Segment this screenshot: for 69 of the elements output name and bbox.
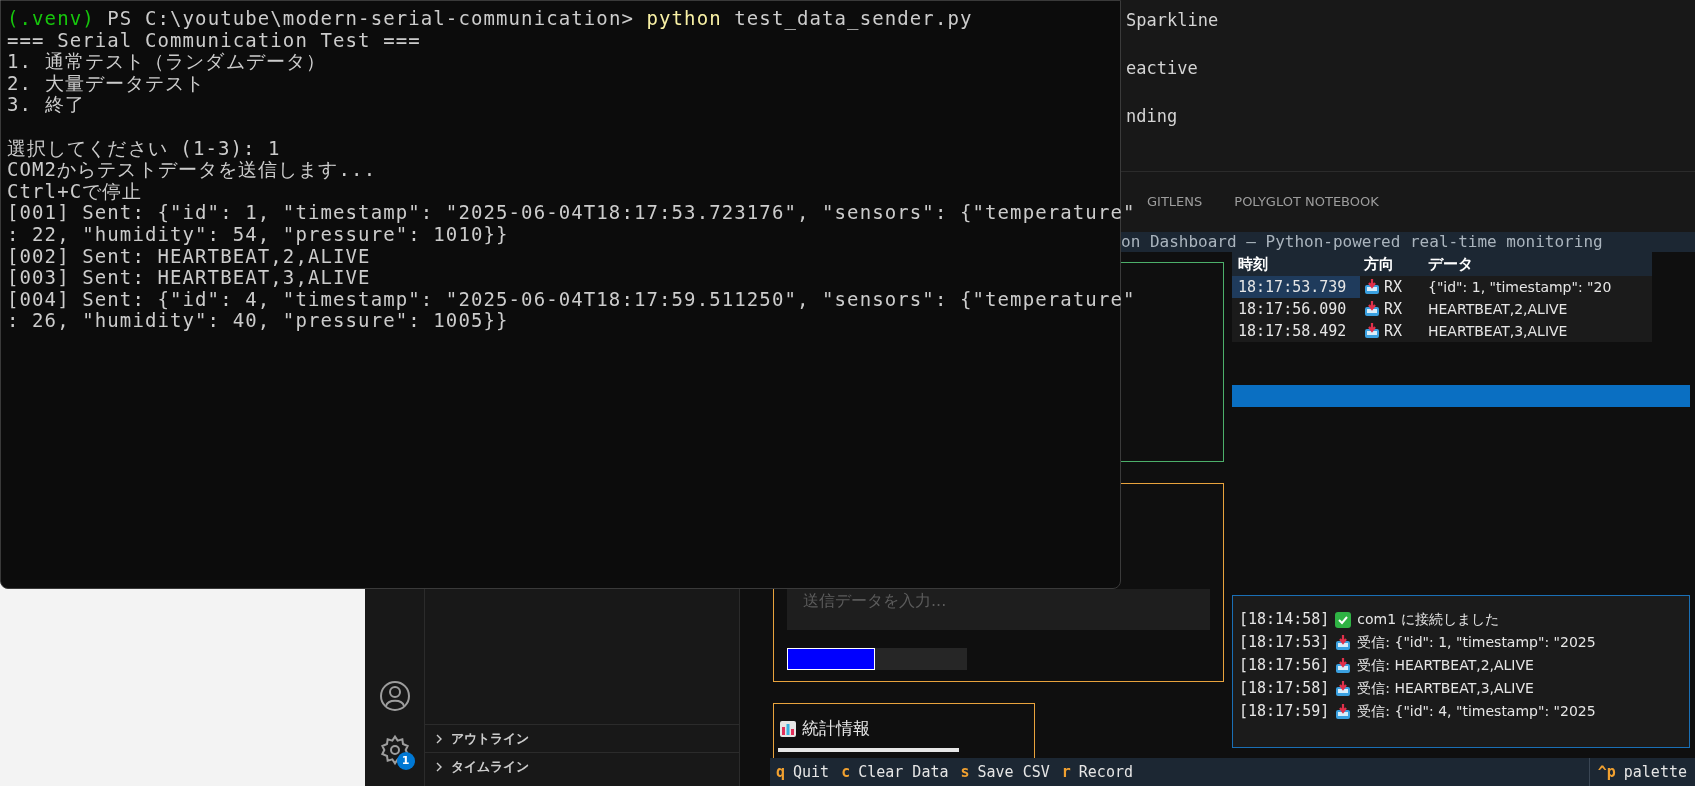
- terminal-line: [002] Sent: HEARTBEAT,2,ALIVE: [7, 245, 371, 268]
- key-hint[interactable]: c: [841, 760, 851, 784]
- time-cell[interactable]: 18:17:56.090: [1232, 298, 1360, 320]
- inbox-tray-icon: [1335, 634, 1352, 651]
- panel-tab[interactable]: POLYGLOT NOTEBOOK: [1234, 192, 1379, 212]
- log-message: 受信: HEARTBEAT,3,ALIVE: [1357, 679, 1534, 698]
- log-message: com1 に接続しました: [1357, 610, 1499, 629]
- command-name: python: [646, 8, 722, 30]
- stats-title: 統計情報: [802, 717, 870, 740]
- key-hint[interactable]: ^p: [1597, 760, 1616, 784]
- inbox-tray-icon: [1364, 323, 1380, 339]
- key-action[interactable]: palette: [1623, 760, 1687, 784]
- inbox-tray-icon: [1364, 301, 1380, 317]
- check-mark-icon: [1335, 611, 1352, 628]
- log-message: 受信: {"id": 4, "timestamp": "2025: [1357, 702, 1596, 721]
- key-hint[interactable]: q: [776, 760, 786, 784]
- column-header: データ: [1427, 254, 1474, 275]
- data-cell-text: HEARTBEAT,2,ALIVE: [1427, 300, 1569, 319]
- terminal-line: : 26, "humidity": 40, "pressure": 1005}}: [7, 310, 509, 332]
- command-args: test_data_sender.py: [733, 8, 973, 30]
- terminal-line: : 22, "humidity": 54, "pressure": 1010}}: [7, 223, 509, 246]
- time-cell[interactable]: 18:17:58.492: [1232, 320, 1360, 342]
- log-time: [18:17:58]: [1239, 678, 1330, 699]
- inbox-tray-icon: [1335, 657, 1352, 674]
- log-time: [18:14:58]: [1239, 609, 1330, 630]
- code-line: Sparkline: [1126, 9, 1220, 32]
- log-message: 受信: HEARTBEAT,2,ALIVE: [1357, 656, 1534, 675]
- key-action[interactable]: Clear Data: [858, 760, 949, 784]
- terminal-line: 2. 大量データテスト: [7, 72, 206, 95]
- log-time: [18:17:53]: [1239, 632, 1330, 653]
- log-message: 受信: {"id": 1, "timestamp": "2025: [1357, 633, 1596, 652]
- bar-chart-icon: [780, 720, 796, 737]
- key-action[interactable]: Save CSV: [977, 760, 1050, 784]
- data-cell-text: {"id": 1, "timestamp": "20: [1427, 278, 1613, 297]
- terminal-line: === Serial Communication Test ===: [7, 29, 421, 52]
- key-action[interactable]: Record: [1078, 760, 1133, 784]
- prompt-venv: (.venv): [7, 8, 95, 30]
- terminal-line: 3. 終了: [7, 94, 85, 116]
- direction-cell-text: RX: [1384, 321, 1403, 342]
- direction-cell-text: RX: [1384, 299, 1403, 320]
- terminal-line: 選択してください (1-3): 1: [7, 137, 281, 160]
- inbox-tray-icon: [1335, 680, 1352, 697]
- log-time: [18:17:59]: [1239, 701, 1330, 722]
- terminal-line: 1. 通常テスト（ランダムデータ）: [7, 51, 327, 73]
- column-header: 時刻: [1237, 254, 1269, 275]
- terminal-line: [001] Sent: {"id": 1, "timestamp": "2025-06-04T18:17:53.723176", "sensors": {"temperature": [7, 202, 1136, 224]
- code-line: eactive: [1126, 57, 1199, 80]
- key-action[interactable]: Quit: [793, 760, 830, 784]
- code-line: nding: [1126, 105, 1179, 128]
- sidebar-section-header[interactable]: タイムライン: [425, 752, 739, 780]
- time-cell[interactable]: 18:17:53.739: [1232, 276, 1360, 298]
- account-icon[interactable]: [378, 680, 411, 712]
- terminal-line: COM2からテストデータを送信します...: [7, 159, 377, 181]
- panel-tab[interactable]: GITLENS: [1147, 192, 1203, 212]
- inbox-tray-icon: [1335, 703, 1352, 720]
- column-header: 方向: [1363, 254, 1395, 275]
- prompt-path: PS C:\youtube\modern-serial-communication>: [106, 8, 635, 30]
- notification-badge: 1: [396, 752, 415, 770]
- sidebar-section-header[interactable]: アウトライン: [425, 724, 739, 752]
- key-hint[interactable]: r: [1061, 760, 1071, 784]
- settings-icon[interactable]: [378, 734, 411, 766]
- log-time: [18:17:56]: [1239, 655, 1330, 676]
- data-cell-text: HEARTBEAT,3,ALIVE: [1427, 322, 1569, 341]
- inbox-tray-icon: [1364, 279, 1380, 295]
- direction-cell-text: RX: [1384, 277, 1403, 298]
- terminal-line: Ctrl+Cで停止: [7, 180, 143, 203]
- key-hint[interactable]: s: [960, 760, 970, 784]
- terminal-line: [004] Sent: {"id": 4, "timestamp": "2025-06-04T18:17:59.511250", "sensors": {"temperature": [7, 288, 1136, 311]
- terminal-line: [003] Sent: HEARTBEAT,3,ALIVE: [7, 267, 371, 289]
